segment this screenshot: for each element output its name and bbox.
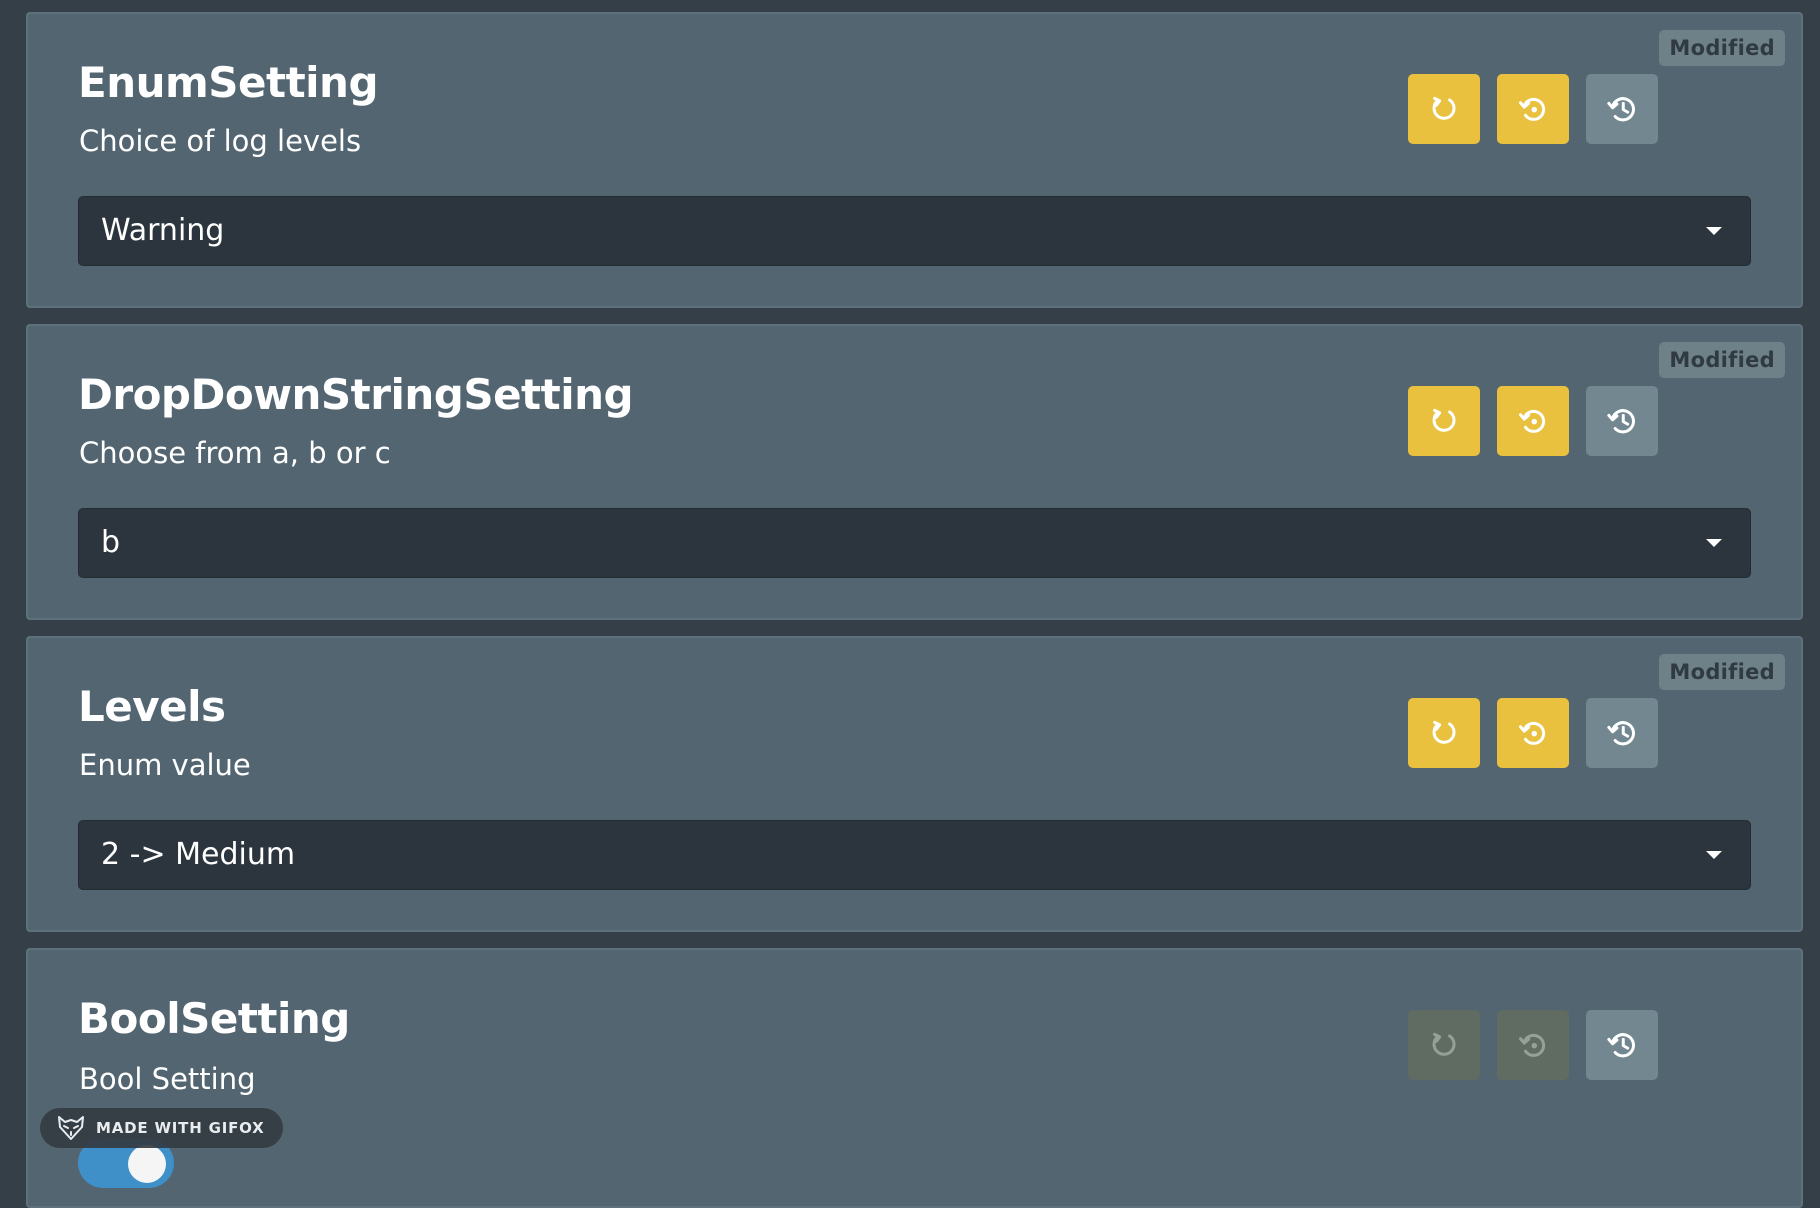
chevron-down-icon — [1706, 539, 1722, 547]
rotate-icon — [1432, 1032, 1456, 1056]
dropdown-string-setting-dropdown[interactable]: b — [78, 508, 1751, 578]
fox-logo-icon — [58, 1116, 84, 1140]
history-icon — [1607, 409, 1635, 434]
history-button[interactable] — [1586, 74, 1658, 144]
setting-title: Levels — [78, 682, 226, 731]
setting-description: Bool Setting — [79, 1062, 256, 1096]
setting-card-bool: BoolSetting Bool Setting — [26, 948, 1803, 1208]
restore-default-icon — [1519, 1033, 1546, 1057]
rotate-icon — [1432, 408, 1456, 432]
setting-actions — [1408, 74, 1658, 144]
modified-badge: Modified — [1659, 30, 1785, 66]
modified-badge: Modified — [1659, 342, 1785, 378]
revert-button[interactable] — [1408, 698, 1480, 768]
history-icon — [1607, 97, 1635, 122]
setting-actions — [1408, 698, 1658, 768]
revert-button[interactable] — [1408, 74, 1480, 144]
rotate-icon — [1432, 720, 1456, 744]
toggle-knob — [128, 1145, 166, 1183]
setting-description: Enum value — [79, 748, 251, 782]
rotate-icon — [1432, 96, 1456, 120]
history-icon — [1607, 721, 1635, 746]
dropdown-value: 2 -> Medium — [101, 837, 296, 872]
setting-title: EnumSetting — [78, 58, 379, 107]
gifox-watermark: MADE WITH GIFOX — [40, 1108, 283, 1148]
history-button[interactable] — [1586, 1010, 1658, 1080]
setting-actions — [1408, 386, 1658, 456]
settings-list: EnumSetting Choice of log levels Modifie… — [26, 12, 1803, 1208]
setting-description: Choice of log levels — [79, 124, 362, 158]
restore-default-button[interactable] — [1497, 386, 1569, 456]
watermark-label: MADE WITH GIFOX — [96, 1119, 265, 1137]
modified-badge: Modified — [1659, 654, 1785, 690]
levels-setting-dropdown[interactable]: 2 -> Medium — [78, 820, 1751, 890]
setting-actions — [1408, 1010, 1658, 1080]
setting-card-enum: EnumSetting Choice of log levels Modifie… — [26, 12, 1803, 308]
restore-default-button — [1497, 1010, 1569, 1080]
revert-button[interactable] — [1408, 386, 1480, 456]
history-button[interactable] — [1586, 698, 1658, 768]
restore-default-button[interactable] — [1497, 698, 1569, 768]
dropdown-value: b — [101, 525, 121, 560]
setting-description: Choose from a, b or c — [79, 436, 391, 470]
restore-default-icon — [1519, 97, 1546, 121]
restore-default-button[interactable] — [1497, 74, 1569, 144]
dropdown-value: Warning — [101, 213, 225, 248]
chevron-down-icon — [1706, 227, 1722, 235]
history-button[interactable] — [1586, 386, 1658, 456]
enum-setting-dropdown[interactable]: Warning — [78, 196, 1751, 266]
chevron-down-icon — [1706, 851, 1722, 859]
setting-title: BoolSetting — [78, 994, 350, 1043]
restore-default-icon — [1519, 721, 1546, 745]
revert-button — [1408, 1010, 1480, 1080]
restore-default-icon — [1519, 409, 1546, 433]
setting-card-levels: Levels Enum value Modified 2 -> Medium — [26, 636, 1803, 932]
history-icon — [1607, 1033, 1635, 1058]
setting-card-dropdown-string: DropDownStringSetting Choose from a, b o… — [26, 324, 1803, 620]
setting-title: DropDownStringSetting — [78, 370, 634, 419]
